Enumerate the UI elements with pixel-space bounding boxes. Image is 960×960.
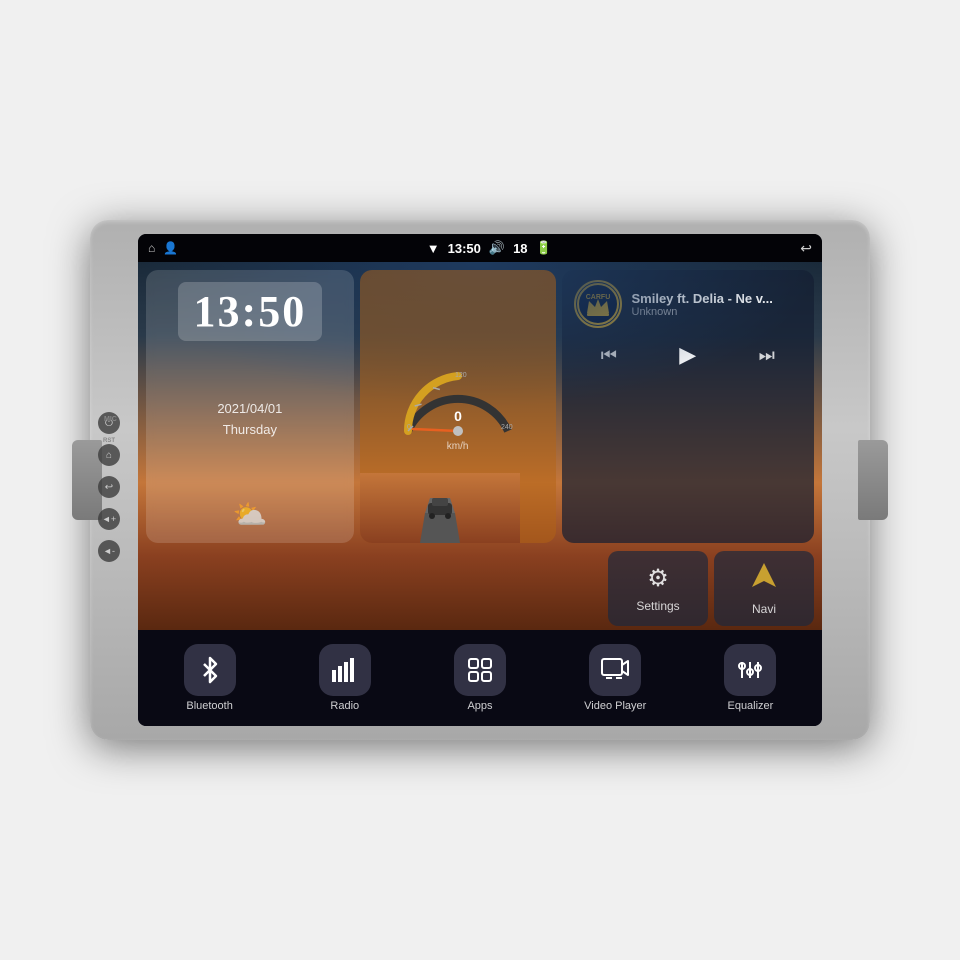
settings-row: ⚙ Settings Navi [138, 547, 822, 630]
settings-icon: ⚙ [647, 564, 669, 593]
app-item-bluetooth[interactable]: Bluetooth [142, 638, 277, 718]
app-item-equalizer[interactable]: Equalizer [683, 638, 818, 718]
music-widget[interactable]: CARFU Smiley ft. Delia - Ne v... Unknown [562, 270, 814, 543]
main-content: 13:50 2021/04/01 Thursday ⛅ [138, 262, 822, 630]
speedo-unit: km/h [447, 441, 469, 452]
weather-icon: ⛅ [232, 498, 267, 531]
svg-text:120: 120 [455, 372, 467, 379]
radio-label: Radio [330, 700, 359, 712]
side-controls: MIC RST ⏻ ⌂ ↩ ◄+ ◄- [98, 398, 120, 562]
back-button[interactable]: ↩ [98, 476, 120, 498]
back-status-icon[interactable]: ↩ [800, 240, 812, 257]
navi-widget[interactable]: Navi [714, 551, 814, 626]
next-button[interactable]: ⏭ [751, 341, 783, 370]
volume-icon: 🔊 [489, 240, 505, 256]
music-info: Smiley ft. Delia - Ne v... Unknown [632, 291, 802, 318]
music-logo: CARFU [574, 280, 622, 328]
svg-text:0: 0 [407, 424, 411, 431]
battery-icon: 🔋 [536, 240, 552, 256]
speedometer-dial: 0 0 240 120 [393, 361, 523, 441]
bluetooth-icon-box [184, 644, 236, 696]
prev-button[interactable]: ⏮ [593, 341, 625, 370]
app-item-video[interactable]: Video Player [548, 638, 683, 718]
person-icon: 👤 [163, 241, 178, 255]
music-title: Smiley ft. Delia - Ne v... [632, 291, 802, 306]
status-bar: ⌂ 👤 ▼ 13:50 🔊 18 🔋 ↩ [138, 234, 822, 262]
app-item-radio[interactable]: Radio [277, 638, 412, 718]
vol-down-button[interactable]: ◄- [98, 540, 120, 562]
apps-icon-box [454, 644, 506, 696]
play-button[interactable]: ▶ [671, 338, 704, 372]
svg-text:0: 0 [454, 408, 462, 424]
vol-up-button[interactable]: ◄+ [98, 508, 120, 530]
app-bar: Bluetooth Radio [138, 630, 822, 726]
svg-text:240: 240 [501, 424, 513, 431]
home-icon[interactable]: ⌂ [148, 241, 155, 255]
music-top: CARFU Smiley ft. Delia - Ne v... Unknown [574, 280, 802, 328]
status-left: ⌂ 👤 [148, 241, 178, 255]
video-player-label: Video Player [584, 700, 646, 712]
settings-label: Settings [636, 599, 679, 613]
home-button[interactable]: ⌂ [98, 444, 120, 466]
equalizer-icon-box [724, 644, 776, 696]
clock-widget[interactable]: 13:50 2021/04/01 Thursday ⛅ [146, 270, 354, 543]
apps-label: Apps [467, 700, 492, 712]
bracket-right [858, 440, 888, 520]
status-right: ↩ [800, 240, 812, 257]
equalizer-label: Equalizer [727, 700, 773, 712]
rst-label: RST [103, 438, 115, 444]
car-unit: MIC RST ⏻ ⌂ ↩ ◄+ ◄- ⌂ 👤 ▼ 13:50 🔊 18 🔋 ↩ [90, 220, 870, 740]
video-icon-box [589, 644, 641, 696]
navi-icon [750, 561, 778, 596]
status-center: ▼ 13:50 🔊 18 🔋 [427, 240, 552, 256]
wifi-icon: ▼ [427, 241, 440, 256]
radio-icon-box [319, 644, 371, 696]
speedometer-widget[interactable]: 0 0 240 120 km/h [360, 270, 556, 543]
screen: ⌂ 👤 ▼ 13:50 🔊 18 🔋 ↩ 13:50 [138, 234, 822, 726]
bluetooth-label: Bluetooth [186, 700, 232, 712]
widgets-row: 13:50 2021/04/01 Thursday ⛅ [138, 262, 822, 547]
music-artist: Unknown [632, 306, 802, 318]
clock-date: 2021/04/01 Thursday [217, 399, 282, 441]
volume-value: 18 [513, 241, 527, 256]
settings-widget[interactable]: ⚙ Settings [608, 551, 708, 626]
app-item-apps[interactable]: Apps [412, 638, 547, 718]
music-controls: ⏮ ▶ ⏭ [574, 334, 802, 376]
clock-time: 13:50 [178, 282, 323, 341]
mic-label: MIC [104, 416, 117, 423]
navi-label: Navi [752, 602, 776, 616]
status-time: 13:50 [448, 241, 481, 256]
